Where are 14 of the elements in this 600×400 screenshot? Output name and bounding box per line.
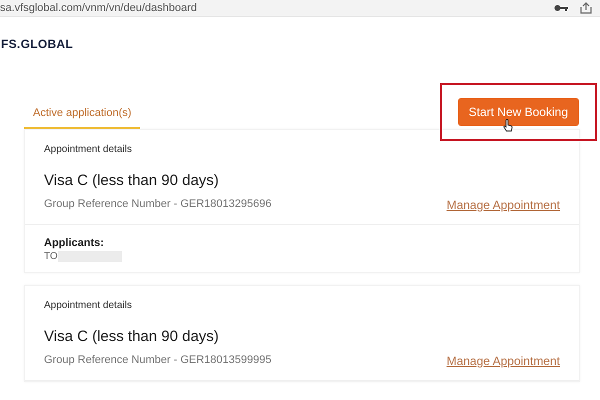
applicant-name: TO <box>44 251 58 262</box>
reference-number: Group Reference Number - GER18013295696 <box>44 198 272 212</box>
visa-type: Visa C (less than 90 days) <box>44 172 220 189</box>
section-label: Appointment details <box>44 300 133 311</box>
site-logo[interactable]: FS.GLOBAL <box>1 37 74 51</box>
visa-type: Visa C (less than 90 days) <box>44 328 220 345</box>
manage-appointment-link[interactable]: Manage Appointment <box>446 354 560 368</box>
applicants-label: Applicants: <box>44 237 105 249</box>
manage-appointment-link[interactable]: Manage Appointment <box>446 198 560 212</box>
reference-number: Group Reference Number - GER18013599995 <box>44 354 272 368</box>
start-booking-button[interactable]: Start New Booking <box>458 98 579 126</box>
key-icon[interactable] <box>554 4 568 12</box>
section-label: Appointment details <box>44 144 133 155</box>
share-icon[interactable] <box>580 2 592 14</box>
